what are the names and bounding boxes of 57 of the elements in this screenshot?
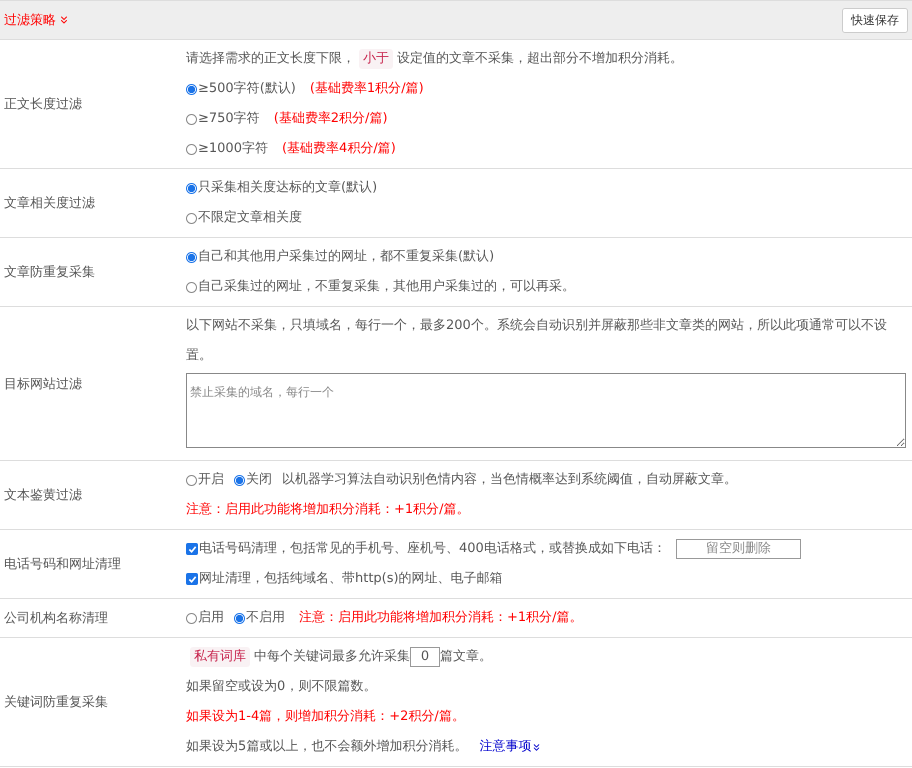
row-label: 正文长度过滤 <box>3 96 83 114</box>
description-text: 如果设为5篇或以上，也不会额外增加积分消耗。 <box>186 738 468 756</box>
checkbox-option[interactable]: 网址清理，包括纯域名、带http(s)的网址、电子邮箱 <box>186 564 503 594</box>
warning-note: 注意：启用此功能将增加积分消耗：+1积分/篇。 <box>186 501 470 519</box>
description-text: 以机器学习算法自动识别色情内容，当色情概率达到系统阈值，自动屏蔽文章。 <box>282 471 737 489</box>
warning-note: 如果设为1-4篇，则增加积分消耗：+2积分/篇。 <box>186 708 465 726</box>
code-tag: 小于 <box>359 49 393 69</box>
chevron-down-icon <box>58 14 70 26</box>
radio-icon[interactable] <box>186 212 197 224</box>
description-text: 设定值的文章不采集，超出部分不增加积分消耗。 <box>397 50 683 68</box>
notes-link[interactable]: 注意事项 <box>479 732 542 762</box>
warning-note: 注意：启用此功能将增加积分消耗：+1积分/篇。 <box>299 609 583 627</box>
row-label: 公司机构名称清理 <box>3 610 109 628</box>
save-button[interactable]: 快速保存 <box>842 8 908 32</box>
radio-option[interactable]: ≥1000字符 <box>186 134 268 164</box>
radio-icon[interactable] <box>186 84 197 94</box>
radio-option[interactable]: 关闭 <box>234 465 272 495</box>
row-label: 电话号码和网址清理 <box>3 556 122 574</box>
row-label: 文章相关度过滤 <box>3 195 96 213</box>
radio-icon[interactable] <box>186 474 197 486</box>
radio-icon[interactable] <box>186 144 197 154</box>
chevron-down-icon <box>531 742 542 752</box>
radio-option[interactable]: 自己采集过的网址，不重复采集，其他用户采集过的，可以再采。 <box>186 272 575 302</box>
description-text: 请选择需求的正文长度下限， <box>186 50 355 68</box>
radio-icon[interactable] <box>186 252 197 262</box>
checkbox-icon[interactable] <box>186 543 198 555</box>
radio-icon[interactable] <box>186 114 197 124</box>
phone-input-field[interactable]: 留空则删除 <box>676 539 801 559</box>
description-text: 篇文章。 <box>440 648 492 666</box>
radio-icon[interactable] <box>186 612 197 624</box>
radio-icon[interactable] <box>186 282 197 292</box>
warning-note: (基础费率2积分/篇) <box>274 110 388 128</box>
radio-icon[interactable] <box>186 182 197 194</box>
code-tag: 私有词库 <box>190 647 250 667</box>
radio-option[interactable]: 只采集相关度达标的文章(默认) <box>186 173 378 203</box>
radio-option[interactable]: ≥500字符(默认) <box>186 74 296 104</box>
count-input-field[interactable]: 0 <box>410 647 440 667</box>
radio-option[interactable]: ≥750字符 <box>186 104 260 134</box>
radio-icon[interactable] <box>234 474 245 486</box>
radio-option[interactable]: 不限定文章相关度 <box>186 203 302 233</box>
domain-textarea[interactable]: 禁止采集的域名，每行一个 <box>186 373 906 448</box>
checkbox-option[interactable]: 电话号码清理，包括常见的手机号、座机号、400电话格式，或替换成如下电话： <box>186 534 666 564</box>
radio-option[interactable]: 自己和其他用户采集过的网址，都不重复采集(默认) <box>186 242 494 272</box>
row-label: 文章防重复采集 <box>3 264 96 282</box>
row-label: 目标网站过滤 <box>3 376 83 394</box>
radio-option[interactable]: 不启用 <box>234 603 285 633</box>
checkbox-icon[interactable] <box>186 573 198 585</box>
radio-option[interactable]: 启用 <box>186 603 224 633</box>
warning-note: (基础费率4积分/篇) <box>282 140 396 158</box>
radio-icon[interactable] <box>234 612 245 624</box>
row-label: 文本鉴黄过滤 <box>3 487 83 505</box>
description-text: 以下网站不采集，只填域名，每行一个，最多200个。系统会自动识别并屏蔽那些非文章类的网站，所以此项通常可以不设置。 <box>186 317 888 365</box>
radio-option[interactable]: 开启 <box>186 465 224 495</box>
description-text: 中每个关键词最多允许采集 <box>254 648 410 666</box>
description-text: 如果留空或设为0，则不限篇数。 <box>186 678 376 696</box>
warning-note: (基础费率1积分/篇) <box>310 80 424 98</box>
row-label: 关键词防重复采集 <box>3 694 109 712</box>
